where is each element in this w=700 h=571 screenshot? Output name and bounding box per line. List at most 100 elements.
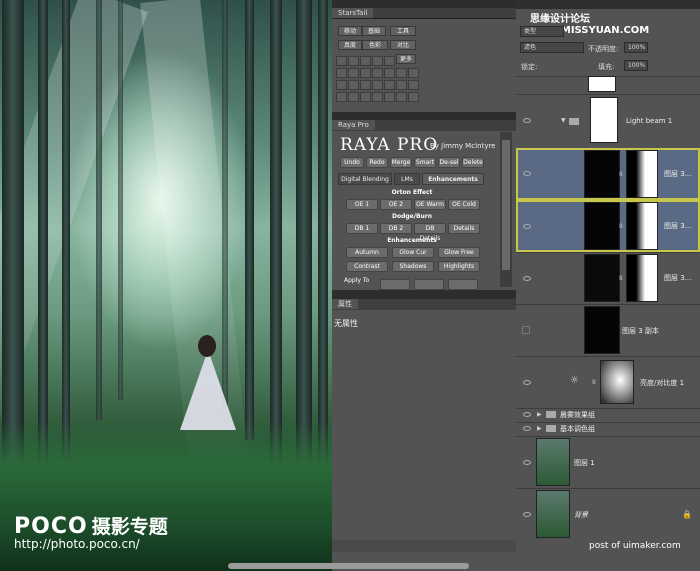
startail-contrast-button[interactable]: 对比 [390,40,416,50]
grid-button[interactable] [384,80,395,90]
layer-thumb [584,150,620,198]
fill-input[interactable]: 100% [624,60,648,71]
eye-icon[interactable] [523,412,531,417]
layer-mask-thumb [588,76,616,92]
grid-button[interactable] [336,56,347,66]
highlights-button[interactable]: Highlights [438,261,480,272]
oe-cold-button[interactable]: OE Cold [448,199,480,210]
eye-icon[interactable] [523,512,531,517]
grid-button[interactable] [348,68,359,78]
grid-button[interactable] [396,68,407,78]
grid-button[interactable] [360,56,371,66]
details-button[interactable]: Details [448,223,480,234]
db1-button[interactable]: DB 1 [346,223,378,234]
panel-divider [332,112,516,120]
horizontal-scrollbar[interactable] [228,563,469,569]
grid-button[interactable] [372,56,383,66]
grid-button[interactable] [384,92,395,102]
eye-icon[interactable] [523,460,531,465]
apply-to-button[interactable] [448,279,478,290]
tab-properties[interactable]: 属性 [332,299,358,309]
layer-name: 亮度/对比度 1 [640,379,685,387]
grid-button[interactable] [336,80,347,90]
grid-button[interactable] [396,80,407,90]
eye-icon[interactable] [523,171,531,176]
eye-icon[interactable] [523,380,531,385]
layer-name: 图层 3 副本 [622,327,659,335]
layer-name: 图层 1 [574,459,595,467]
grid-button[interactable] [360,92,371,102]
brightness-icon: ☼ [570,375,579,386]
grid-button[interactable] [384,56,395,66]
eye-icon[interactable] [523,276,531,281]
delete-button[interactable]: Delete [462,157,484,168]
tab-digital-blending[interactable]: Digital Blending [338,173,392,185]
grid-button[interactable] [372,80,383,90]
grid-button[interactable] [384,68,395,78]
eye-icon[interactable] [523,426,531,431]
startail-truth-button[interactable]: 真度 [338,40,362,50]
grid-button[interactable] [348,80,359,90]
startail-basic-button[interactable]: 基础 [362,26,386,36]
grid-button[interactable] [372,68,383,78]
layer-group-row[interactable] [516,408,700,422]
collapse-caret-icon[interactable]: ▶ [537,411,542,418]
startail-tools-button[interactable]: 工具 [390,26,416,36]
tab-startail[interactable]: StarsTail [332,8,374,18]
tree-trunk [118,0,123,400]
expand-caret-icon[interactable]: ▼ [561,117,566,124]
merge-button[interactable]: Merge [390,157,412,168]
startail-more-button[interactable]: 更多 [396,54,416,64]
credit-text: post of uimaker.com [589,541,681,551]
eye-icon[interactable] [523,118,531,123]
layer-mask-thumb [626,202,658,250]
db2-button[interactable]: DB 2 [380,223,412,234]
layer-group-name: 基本调色组 [560,425,595,433]
link-icon: 8 [619,223,623,230]
startail-color-button[interactable]: 色彩 [362,40,388,50]
oe2-button[interactable]: OE 2 [380,199,412,210]
tree-trunk [245,0,254,440]
tab-raya-pro[interactable]: Raya Pro [332,120,375,130]
glow-cur-button[interactable]: Glow Cur [392,247,434,258]
tab-enhancements[interactable]: Enhancements [422,173,484,185]
collapse-caret-icon[interactable]: ▶ [537,425,542,432]
grid-button[interactable] [360,80,371,90]
undo-button[interactable]: Undo [340,157,364,168]
grid-button[interactable] [372,92,383,102]
layer-name: 图层 3... [664,274,692,282]
glow-free-button[interactable]: Glow Free [438,247,480,258]
smart-button[interactable]: Smart [414,157,436,168]
eye-icon[interactable] [523,224,531,229]
grid-button[interactable] [408,68,419,78]
layer-group-row[interactable] [516,422,700,436]
folder-icon [546,425,556,432]
oe1-button[interactable]: OE 1 [346,199,378,210]
raya-scroll-thumb[interactable] [502,140,510,270]
layer-kind-filter[interactable]: 类型 [520,26,564,37]
grid-button[interactable] [348,92,359,102]
grid-button[interactable] [408,92,419,102]
startail-tabbar: StarsTail [332,8,516,19]
apply-to-button[interactable] [414,279,444,290]
tab-lms[interactable]: LMs [394,173,420,185]
db-details-button[interactable]: DB Details [414,223,446,242]
visibility-checkbox[interactable] [522,326,530,334]
redo-button[interactable]: Redo [366,157,388,168]
autumn-button[interactable]: Autumn [346,247,388,258]
grid-button[interactable] [336,68,347,78]
apply-to-button[interactable] [380,279,410,290]
oe-warm-button[interactable]: OE Warm [414,199,446,210]
startail-move-button[interactable]: 移动 [338,26,362,36]
grid-button[interactable] [408,80,419,90]
opacity-input[interactable]: 100% [624,42,648,53]
grid-button[interactable] [360,68,371,78]
grid-button[interactable] [336,92,347,102]
grid-button[interactable] [348,56,359,66]
desel-button[interactable]: De-sel [438,157,460,168]
folder-icon [569,118,579,125]
blend-mode-select[interactable]: 滤色 [520,42,584,53]
contrast-button[interactable]: Contrast [346,261,388,272]
shadows-button[interactable]: Shadows [392,261,434,272]
grid-button[interactable] [396,92,407,102]
